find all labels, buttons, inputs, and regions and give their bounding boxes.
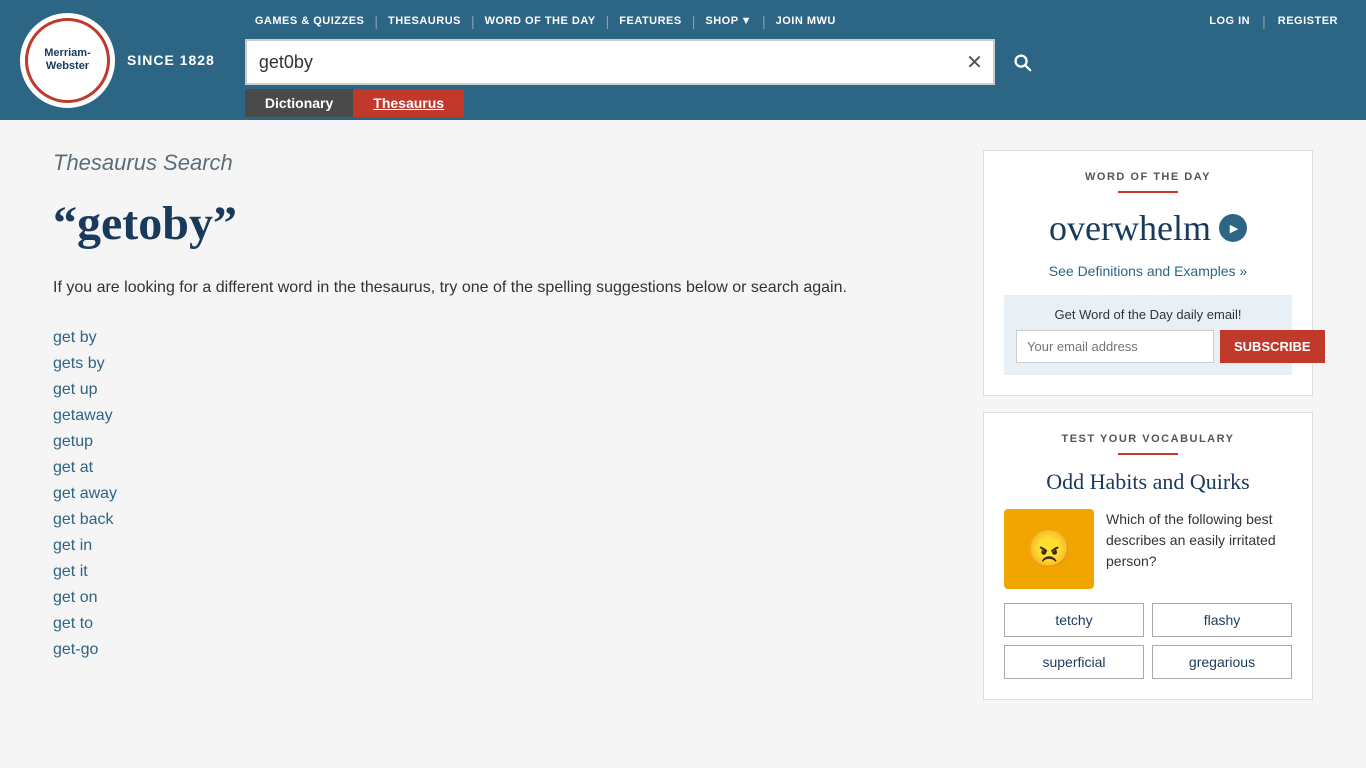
email-input[interactable] <box>1016 330 1214 363</box>
wotd-divider <box>1118 191 1178 193</box>
nav-search-area: GAMES & QUIZZES | THESAURUS | WORD OF TH… <box>245 3 1346 117</box>
nav-join-mwu[interactable]: JOIN MWU <box>766 11 846 31</box>
subscribe-button[interactable]: SUBSCRIBE <box>1220 330 1325 363</box>
list-item[interactable]: getup <box>53 433 93 450</box>
vocab-option-button[interactable]: tetchy <box>1004 603 1144 637</box>
vocab-title: Odd Habits and Quirks <box>1004 469 1292 495</box>
list-item[interactable]: get back <box>53 511 113 528</box>
top-nav: GAMES & QUIZZES | THESAURUS | WORD OF TH… <box>245 3 1346 39</box>
wotd-email-section: Get Word of the Day daily email! SUBSCRI… <box>1004 295 1292 375</box>
vocab-image: 😠 <box>1004 509 1094 589</box>
list-item[interactable]: get up <box>53 381 97 398</box>
shop-chevron-icon: ▼ <box>741 15 752 27</box>
search-button[interactable] <box>997 39 1047 85</box>
email-row: SUBSCRIBE <box>1016 330 1280 363</box>
list-item[interactable]: getaway <box>53 407 113 424</box>
list-item[interactable]: get to <box>53 615 93 632</box>
logo-inner: Merriam- Webster <box>25 18 110 103</box>
list-item[interactable]: get in <box>53 537 92 554</box>
logo-line2: Webster <box>46 60 89 73</box>
vocab-option-button[interactable]: gregarious <box>1152 645 1292 679</box>
list-item[interactable]: get it <box>53 563 88 580</box>
nav-word-of-the-day[interactable]: WORD OF THE DAY <box>475 11 606 31</box>
wotd-label: WORD OF THE DAY <box>1004 171 1292 183</box>
vocab-option-button[interactable]: flashy <box>1152 603 1292 637</box>
dict-thes-tabs: Dictionary Thesaurus <box>245 89 1346 117</box>
since-text: SINCE 1828 <box>127 52 215 68</box>
search-term-display: “getoby” <box>53 196 953 251</box>
audio-icon[interactable] <box>1219 214 1247 242</box>
vocab-card: TEST YOUR VOCABULARY Odd Habits and Quir… <box>983 412 1313 700</box>
suggestions-list: get by gets by get up getaway getup get at get… <box>53 329 953 659</box>
nav-games-quizzes[interactable]: GAMES & QUIZZES <box>245 11 375 31</box>
list-item[interactable]: get by <box>53 329 97 346</box>
wotd-card: WORD OF THE DAY overwhelm See Definition… <box>983 150 1313 396</box>
log-in-link[interactable]: LOG IN <box>1201 11 1258 31</box>
list-item[interactable]: gets by <box>53 355 105 372</box>
logo-area: Merriam- Webster SINCE 1828 <box>20 13 215 108</box>
search-input[interactable] <box>247 52 956 73</box>
logo-circle: Merriam- Webster <box>20 13 115 108</box>
vocab-emoji: 😠 <box>1027 528 1072 570</box>
suggestion-text: If you are looking for a different word … <box>53 275 953 301</box>
wotd-definitions-link[interactable]: See Definitions and Examples » <box>1004 263 1292 279</box>
nav-thesaurus[interactable]: THESAURUS <box>378 11 471 31</box>
nav-right-links: LOG IN | REGISTER <box>1201 11 1346 31</box>
vocab-question: Which of the following best describes an… <box>1106 509 1292 589</box>
right-sidebar: WORD OF THE DAY overwhelm See Definition… <box>983 150 1313 700</box>
vocab-option-button[interactable]: superficial <box>1004 645 1144 679</box>
nav-sep-right: | <box>1262 13 1266 29</box>
nav-features[interactable]: FEATURES <box>609 11 691 31</box>
list-item[interactable]: get on <box>53 589 97 606</box>
wotd-email-label: Get Word of the Day daily email! <box>1016 307 1280 322</box>
logo-line1: Merriam- <box>44 47 90 60</box>
vocab-label: TEST YOUR VOCABULARY <box>1004 433 1292 445</box>
nav-shop[interactable]: SHOP ▼ <box>695 11 762 31</box>
site-header: Merriam- Webster SINCE 1828 GAMES & QUIZ… <box>0 0 1366 120</box>
list-item[interactable]: get at <box>53 459 93 476</box>
list-item[interactable]: get away <box>53 485 117 502</box>
left-content: Thesaurus Search “getoby” If you are loo… <box>53 150 953 700</box>
page-subtitle: Thesaurus Search <box>53 150 953 176</box>
wotd-word-text: overwhelm <box>1049 207 1211 249</box>
vocab-divider <box>1118 453 1178 455</box>
search-icon <box>1011 51 1033 73</box>
vocab-image-row: 😠 Which of the following best describes … <box>1004 509 1292 589</box>
search-row: ✕ <box>245 39 1346 85</box>
wotd-word: overwhelm <box>1004 207 1292 249</box>
register-link[interactable]: REGISTER <box>1270 11 1346 31</box>
clear-search-button[interactable]: ✕ <box>956 50 993 75</box>
list-item[interactable]: get-go <box>53 641 98 658</box>
vocab-options: tetchyflashysuperficialgregarious <box>1004 603 1292 679</box>
main-content: Thesaurus Search “getoby” If you are loo… <box>33 120 1333 730</box>
dictionary-tab[interactable]: Dictionary <box>245 89 353 117</box>
thesaurus-tab[interactable]: Thesaurus <box>353 89 464 117</box>
search-box: ✕ <box>245 39 995 85</box>
nav-links: GAMES & QUIZZES | THESAURUS | WORD OF TH… <box>245 11 1197 31</box>
